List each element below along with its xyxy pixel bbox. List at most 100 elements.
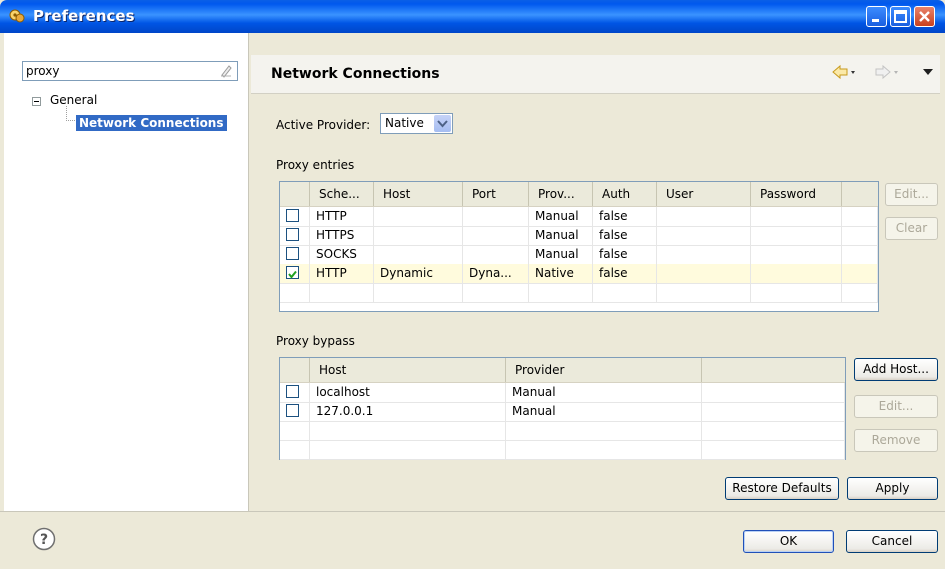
close-icon (919, 11, 930, 22)
proxy-edit-button[interactable]: Edit... (885, 183, 938, 206)
cell-provider: Manual (529, 207, 593, 226)
cell-host (310, 421, 506, 440)
svg-text:?: ? (40, 532, 48, 548)
back-arrow-icon[interactable] (832, 64, 856, 80)
column-auth[interactable]: Auth (593, 182, 657, 206)
cell-check (280, 383, 310, 402)
cell-user (657, 226, 751, 245)
table-row[interactable]: localhost Manual (280, 383, 845, 403)
maximize-button[interactable] (890, 6, 911, 27)
table-row[interactable]: 127.0.0.1 Manual (280, 402, 845, 422)
dropdown-button[interactable] (434, 115, 451, 132)
bypass-edit-button[interactable]: Edit... (854, 395, 938, 418)
apply-button[interactable]: Apply (847, 477, 938, 500)
cell-password (751, 245, 842, 264)
cell-port (463, 226, 529, 245)
clear-filter-icon[interactable] (219, 64, 233, 78)
cell-host (310, 440, 506, 459)
cell-auth: false (593, 207, 657, 226)
collapse-general-icon[interactable] (32, 97, 41, 106)
check-column-header[interactable] (280, 182, 310, 206)
cell-user (657, 207, 751, 226)
filler-column (842, 182, 878, 206)
add-host-button[interactable]: Add Host... (854, 358, 938, 381)
cell-check (280, 402, 310, 421)
cancel-button[interactable]: Cancel (846, 530, 938, 553)
cell-host (374, 207, 463, 226)
tree-item-network-connections[interactable]: Network Connections (76, 115, 227, 131)
cell-provider (506, 421, 702, 440)
checkmark-icon (288, 270, 297, 279)
maximize-icon (894, 10, 907, 23)
cell-scheme: SOCKS (310, 245, 374, 264)
ok-button[interactable]: OK (743, 530, 834, 553)
remove-button[interactable]: Remove (854, 429, 938, 452)
empty-row (280, 440, 845, 460)
row-checkbox[interactable] (286, 247, 299, 260)
proxy-bypass-table[interactable]: Host Provider localhost Manual 127.0.0.1 Ma… (279, 357, 846, 460)
cell-check (280, 207, 310, 226)
cell-auth: false (593, 226, 657, 245)
column-host[interactable]: Host (310, 358, 506, 382)
table-row[interactable]: SOCKS Manual false (280, 245, 878, 265)
cell-check (280, 421, 310, 440)
proxy-bypass-label: Proxy bypass (276, 334, 355, 348)
title-bar[interactable] (0, 0, 945, 33)
column-port[interactable]: Port (463, 182, 529, 206)
row-checkbox[interactable] (286, 404, 299, 417)
cell-provider: Manual (506, 383, 702, 402)
cell-host: Dynamic (374, 264, 463, 283)
column-password[interactable]: Password (751, 182, 842, 206)
cell-provider (506, 440, 702, 459)
page-title: Network Connections (271, 66, 440, 82)
table-row[interactable]: HTTP Dynamic Dyna... Native false (280, 264, 878, 284)
check-column-header[interactable] (280, 358, 310, 382)
empty-row (280, 283, 878, 303)
filter-input[interactable] (26, 63, 206, 79)
help-icon[interactable]: ? (32, 527, 56, 551)
cell-scheme: HTTP (310, 264, 374, 283)
proxy-clear-button[interactable]: Clear (885, 217, 938, 240)
cell-check (280, 226, 310, 245)
column-provider[interactable]: Provider (506, 358, 702, 382)
column-provider[interactable]: Prov... (529, 182, 593, 206)
row-checkbox[interactable] (286, 385, 299, 398)
cell-host (374, 226, 463, 245)
table-row[interactable]: HTTP Manual false (280, 207, 878, 227)
cell-scheme: HTTPS (310, 226, 374, 245)
cell-scheme: HTTP (310, 207, 374, 226)
filter-field[interactable] (22, 61, 238, 81)
active-provider-select[interactable]: Native (380, 113, 453, 134)
cell-filler (842, 245, 878, 264)
forward-arrow-icon[interactable] (875, 64, 899, 80)
cell-port: Dyna... (463, 264, 529, 283)
active-provider-value: Native (385, 116, 424, 130)
row-checkbox[interactable] (286, 209, 299, 222)
column-scheme[interactable]: Sche... (310, 182, 374, 206)
column-host[interactable]: Host (374, 182, 463, 206)
row-checkbox[interactable] (286, 228, 299, 241)
cell-filler (702, 440, 845, 459)
close-button[interactable] (914, 6, 935, 27)
cell-filler (842, 226, 878, 245)
cell-host (374, 283, 463, 302)
proxy-entries-table[interactable]: Sche... Host Port Prov... Auth User Pass… (279, 181, 879, 312)
restore-defaults-button[interactable]: Restore Defaults (725, 477, 839, 500)
minimize-button[interactable] (866, 6, 887, 27)
cell-filler (702, 383, 845, 402)
cell-password (751, 226, 842, 245)
cell-filler (842, 264, 878, 283)
cell-host (374, 245, 463, 264)
cell-check (280, 264, 310, 283)
view-menu-icon[interactable] (922, 67, 934, 77)
tree-item-general[interactable]: General (50, 93, 97, 107)
row-checkbox[interactable] (286, 266, 299, 279)
proxy-bypass-header: Host Provider (280, 358, 845, 383)
cell-check (280, 440, 310, 459)
cell-password (751, 283, 842, 302)
cell-filler (842, 283, 878, 302)
cell-filler (842, 207, 878, 226)
table-row[interactable]: HTTPS Manual false (280, 226, 878, 246)
column-user[interactable]: User (657, 182, 751, 206)
active-provider-label: Active Provider: (276, 118, 371, 132)
